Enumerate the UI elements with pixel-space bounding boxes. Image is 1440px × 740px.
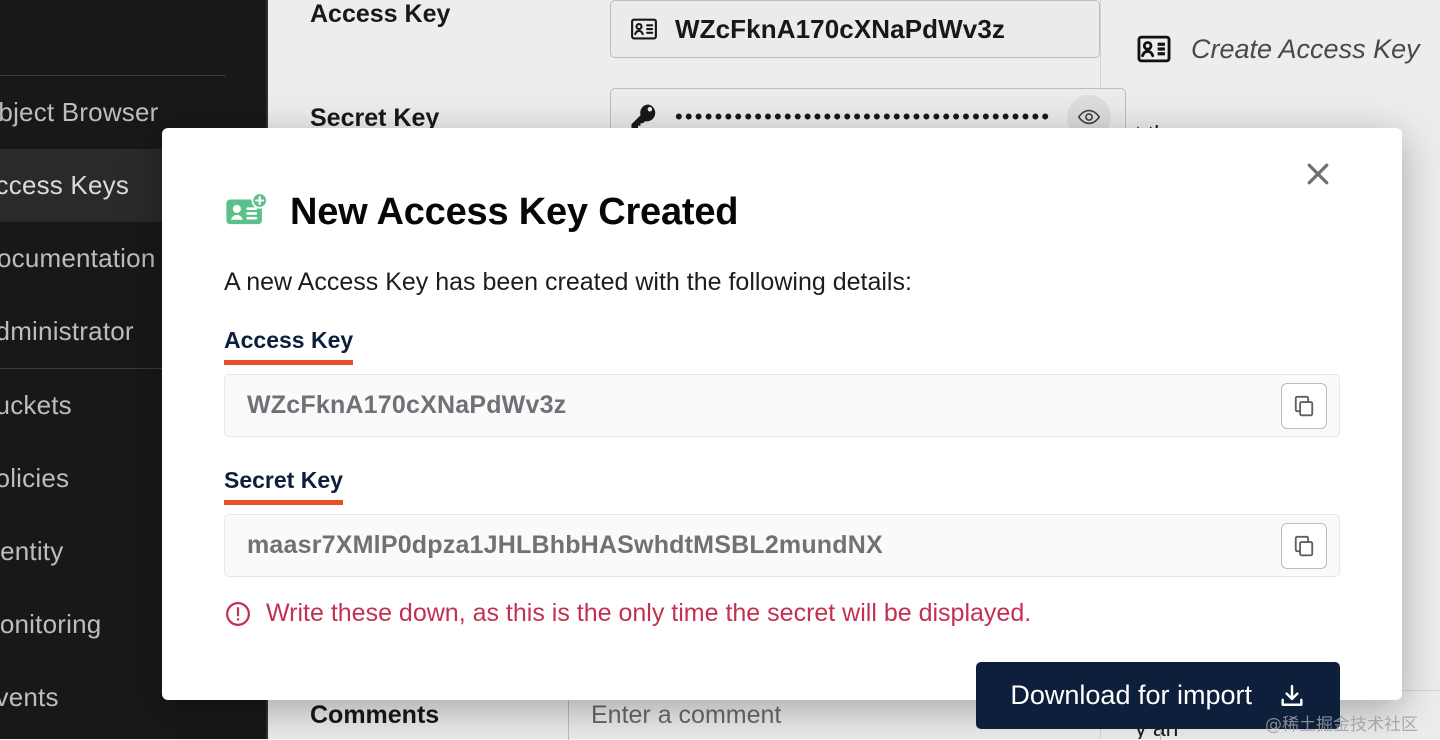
copy-icon[interactable]	[1281, 382, 1327, 429]
modal-access-key-label: Access Key	[224, 327, 354, 365]
id-card-icon	[1137, 35, 1171, 63]
sidebar-item-label: Policies	[0, 463, 70, 493]
secret-key-label: Secret Key	[310, 104, 440, 132]
close-icon[interactable]	[1296, 152, 1340, 196]
sidebar-item-label: Object Browser	[0, 97, 159, 127]
sidebar-item-label: Documentation	[0, 243, 156, 273]
access-key-value: WZcFknA170cXNaPdWv3z	[675, 13, 1005, 44]
sidebar-item-label: Administrator	[0, 316, 134, 346]
modal-footer: Download for import	[224, 662, 1340, 729]
sidebar-item-label: Identity	[0, 536, 64, 566]
watermark: @稀土掘金技术社区	[1265, 715, 1418, 735]
info-panel-header: Create Access Key	[1135, 30, 1432, 68]
secret-key-masked-value: ••••••••••••••••••••••••••••••••••••••	[675, 104, 1052, 129]
modal-warning: Write these down, as this is the only ti…	[224, 599, 1340, 628]
sidebar-item-label: Buckets	[0, 390, 72, 420]
modal-header: New Access Key Created	[224, 190, 1340, 234]
modal-access-key-value: WZcFknA170cXNaPdWv3z	[247, 391, 567, 419]
new-access-key-modal: New Access Key Created A new Access Key …	[162, 128, 1402, 729]
modal-secret-key-field: maasr7XMlP0dpza1JHLBhbHASwhdtMSBL2mundNX	[224, 514, 1340, 577]
access-key-field[interactable]: WZcFknA170cXNaPdWv3z	[610, 0, 1100, 58]
download-icon	[1281, 684, 1303, 706]
access-key-row: Access Key WZcFknA170cXNaPdWv3z	[310, 0, 1100, 88]
download-button-label: Download for import	[1010, 680, 1252, 710]
modal-secret-key-group: Secret Key maasr7XMlP0dpza1JHLBhbHASwhdt…	[224, 437, 1340, 577]
modal-access-key-group: Access Key WZcFknA170cXNaPdWv3z	[224, 297, 1340, 437]
copy-icon[interactable]	[1281, 522, 1327, 569]
sidebar-item-label: Access Keys	[0, 170, 130, 200]
id-card-icon	[631, 18, 657, 40]
info-panel-title: Create Access Key	[1191, 33, 1420, 64]
modal-subtitle: A new Access Key has been created with t…	[224, 268, 912, 296]
sidebar-item-label: Monitoring	[0, 609, 102, 639]
id-card-add-icon	[226, 192, 268, 225]
modal-warning-text: Write these down, as this is the only ti…	[266, 599, 1032, 627]
sidebar-item-label: Events	[0, 682, 59, 712]
access-key-label: Access Key	[310, 0, 451, 28]
modal-secret-key-value: maasr7XMlP0dpza1JHLBhbHASwhdtMSBL2mundNX	[247, 531, 883, 559]
modal-secret-key-label: Secret Key	[224, 467, 343, 505]
alert-circle-icon	[226, 601, 250, 626]
modal-access-key-field: WZcFknA170cXNaPdWv3z	[224, 374, 1340, 437]
modal-title: New Access Key Created	[290, 190, 739, 233]
sidebar-top-spacer	[0, 0, 266, 75]
